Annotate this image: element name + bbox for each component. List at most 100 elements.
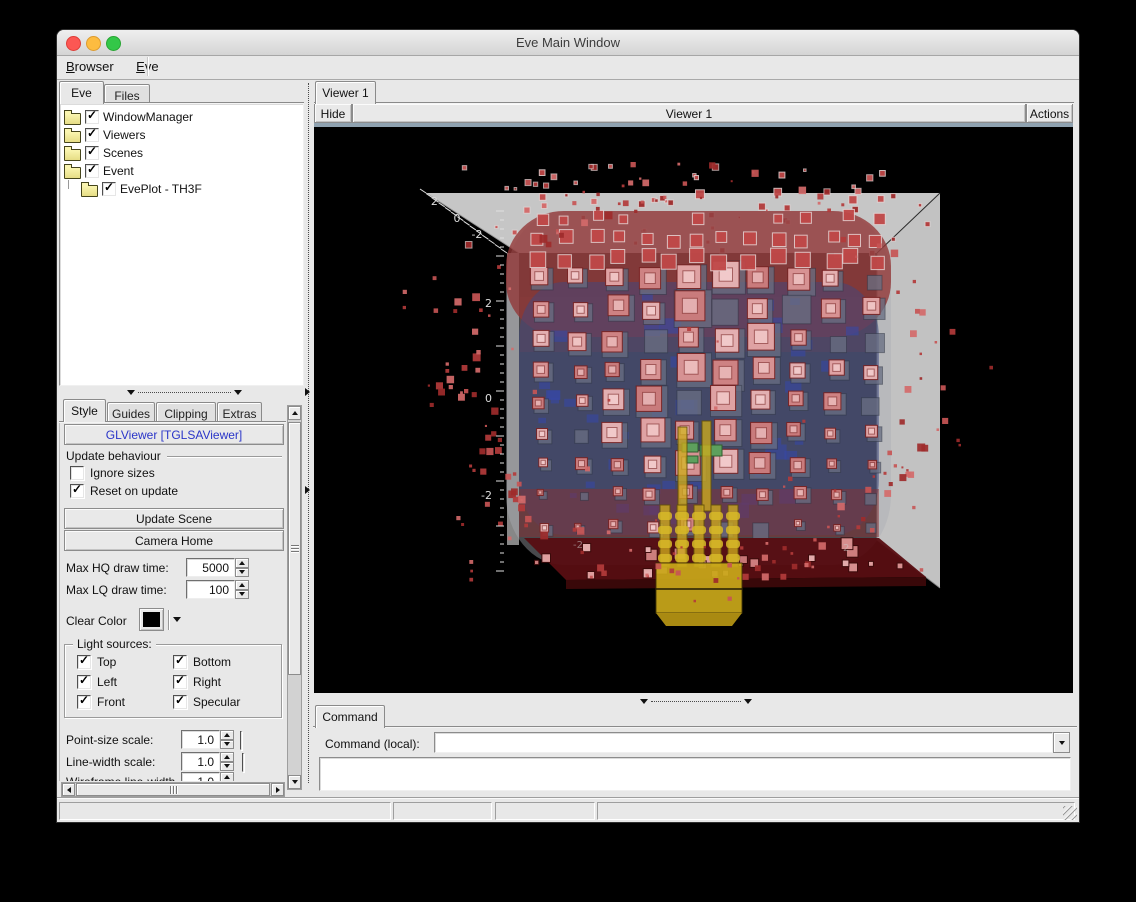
- point-size-checkbox[interactable]: [240, 731, 242, 750]
- tree-item-eveplot[interactable]: EvePlot - TH3F: [60, 180, 303, 198]
- svg-text:-2: -2: [471, 228, 482, 241]
- line-width-stepper[interactable]: [220, 752, 234, 771]
- line-width-checkbox[interactable]: [242, 753, 244, 772]
- tree-item-label: Scenes: [103, 146, 143, 160]
- tree-checkbox[interactable]: [102, 182, 116, 196]
- max-hq-label: Max HQ draw time:: [66, 561, 169, 575]
- spin-down-icon: [239, 592, 245, 596]
- folder-icon: [64, 149, 81, 161]
- ignore-sizes-checkbox[interactable]: [70, 466, 84, 480]
- tab-eve[interactable]: Eve: [59, 81, 104, 104]
- chevron-down-icon: [744, 699, 752, 704]
- tree-checkbox[interactable]: [85, 146, 99, 160]
- spin-up-icon: [239, 561, 245, 565]
- tab-command[interactable]: Command: [315, 705, 385, 728]
- window-title: Eve Main Window: [57, 35, 1079, 50]
- tree-item-viewers[interactable]: Viewers: [60, 126, 303, 144]
- light-sources-legend: Light sources:: [73, 637, 156, 651]
- clear-color-dropdown[interactable]: [173, 617, 181, 622]
- clear-color-label: Clear Color: [66, 614, 127, 628]
- viewer-title-bar[interactable]: Viewer 1: [352, 103, 1026, 123]
- hscroll-thumb[interactable]: [76, 783, 270, 796]
- command-output[interactable]: [319, 757, 1071, 791]
- tab-viewer1[interactable]: Viewer 1: [315, 81, 376, 104]
- svg-text:2: 2: [431, 195, 438, 208]
- chevron-right-icon: [305, 388, 310, 396]
- update-scene-button[interactable]: Update Scene: [64, 508, 284, 529]
- wireframe-stepper[interactable]: [220, 772, 234, 781]
- clear-color-swatch[interactable]: [139, 608, 164, 631]
- tab-style[interactable]: Style: [63, 399, 106, 422]
- reset-on-update-row: Reset on update: [70, 484, 178, 498]
- scroll-left-button[interactable]: [62, 783, 75, 796]
- tree-item-windowmanager[interactable]: WindowManager: [60, 108, 303, 126]
- max-lq-input[interactable]: 100: [186, 580, 235, 599]
- command-local-label: Command (local):: [325, 737, 420, 751]
- light-specular-row: Specular: [173, 695, 240, 709]
- style-editor-panel: GLViewer [TGLSAViewer] Update behaviour …: [59, 422, 287, 781]
- svg-text:2: 2: [485, 297, 492, 310]
- wireframe-input[interactable]: 1.0: [181, 772, 220, 781]
- status-cell-2: [393, 802, 492, 820]
- chevron-down-icon: [173, 617, 181, 622]
- tree-item-event[interactable]: Event: [60, 162, 303, 180]
- tree-item-label: Event: [103, 164, 134, 178]
- main-vsplitter[interactable]: [308, 83, 309, 783]
- tab-clipping[interactable]: Clipping: [156, 402, 216, 421]
- spin-down-icon: [239, 570, 245, 574]
- tree-checkbox[interactable]: [85, 128, 99, 142]
- light-left-row: Left: [77, 675, 117, 689]
- camera-home-button[interactable]: Camera Home: [64, 530, 284, 551]
- gl-viewport[interactable]: 20-220-2-22: [314, 127, 1073, 693]
- tree-style-splitter[interactable]: [127, 388, 242, 396]
- wireframe-label: Wireframe line-width: [66, 775, 175, 781]
- status-cell-4: [597, 802, 1075, 820]
- hide-button[interactable]: Hide: [314, 103, 352, 123]
- menu-browser[interactable]: Browser: [57, 55, 123, 79]
- vscroll-thumb[interactable]: [288, 422, 301, 675]
- light-right-checkbox[interactable]: [173, 675, 187, 689]
- point-size-label: Point-size scale:: [66, 733, 153, 747]
- actions-button[interactable]: Actions: [1026, 103, 1073, 123]
- light-front-checkbox[interactable]: [77, 695, 91, 709]
- tree-item-scenes[interactable]: Scenes: [60, 144, 303, 162]
- tree-item-label: EvePlot - TH3F: [120, 182, 202, 196]
- light-top-checkbox[interactable]: [77, 655, 91, 669]
- command-dropdown-button[interactable]: [1053, 732, 1070, 753]
- max-hq-stepper[interactable]: [235, 558, 249, 577]
- max-lq-stepper[interactable]: [235, 580, 249, 599]
- scroll-down-button[interactable]: [288, 775, 301, 789]
- command-input[interactable]: [434, 732, 1053, 753]
- scroll-right-button[interactable]: [271, 783, 284, 796]
- command-combobox[interactable]: [434, 732, 1070, 753]
- tree-checkbox[interactable]: [85, 164, 99, 178]
- svg-text:0: 0: [454, 212, 461, 225]
- tab-files[interactable]: Files: [104, 84, 150, 103]
- resize-grip[interactable]: [1063, 806, 1077, 820]
- desktop: { "window": { "title": "Eve Main Window"…: [0, 0, 1136, 902]
- viewer-tabline: [314, 102, 1074, 103]
- style-vscrollbar[interactable]: [287, 405, 302, 790]
- status-cell-3: [495, 802, 595, 820]
- max-hq-input[interactable]: 5000: [186, 558, 235, 577]
- chevron-down-icon: [1059, 741, 1065, 745]
- light-specular-checkbox[interactable]: [173, 695, 187, 709]
- menu-separator: [147, 57, 148, 76]
- viewer-command-splitter[interactable]: [640, 697, 752, 705]
- tab-guides[interactable]: Guides: [107, 402, 155, 421]
- glviewer-button[interactable]: GLViewer [TGLSAViewer]: [64, 424, 284, 445]
- light-sources-group: Light sources: Top Bottom Left Right Fro…: [64, 644, 282, 718]
- title-bar[interactable]: Eve Main Window: [57, 30, 1079, 56]
- point-size-stepper[interactable]: [220, 730, 234, 749]
- reset-on-update-checkbox[interactable]: [70, 484, 84, 498]
- point-size-input[interactable]: 1.0: [181, 730, 220, 749]
- command-panel: Command (local):: [313, 727, 1077, 795]
- style-hscrollbar[interactable]: [61, 782, 285, 797]
- light-bottom-checkbox[interactable]: [173, 655, 187, 669]
- tree-checkbox[interactable]: [85, 110, 99, 124]
- scroll-up-button[interactable]: [288, 406, 301, 420]
- tab-extras[interactable]: Extras: [217, 402, 262, 421]
- chevron-down-icon: [640, 699, 648, 704]
- line-width-input[interactable]: 1.0: [181, 752, 220, 771]
- light-left-checkbox[interactable]: [77, 675, 91, 689]
